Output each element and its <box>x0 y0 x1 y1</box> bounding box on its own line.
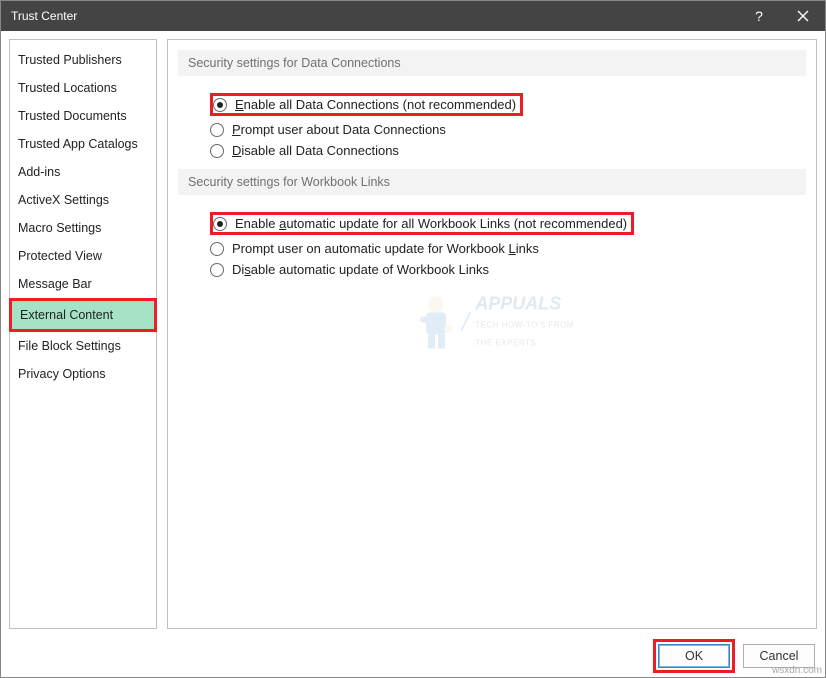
radio-indicator[interactable] <box>213 98 227 112</box>
radio-indicator[interactable] <box>210 123 224 137</box>
sidebar-item[interactable]: Macro Settings <box>10 214 156 242</box>
highlight-box: OK <box>653 639 735 673</box>
sidebar-item[interactable]: Add-ins <box>10 158 156 186</box>
trust-center-dialog: Trust Center ? Trusted Publishers Truste… <box>0 0 826 678</box>
watermark-text: APPUALS TECH HOW-TO'S FROM THE EXPERTS <box>475 294 574 351</box>
radio-group-workbook-links: Enable automatic update for all Workbook… <box>178 209 806 280</box>
highlight-box: Enable all Data Connections (not recomme… <box>210 93 523 116</box>
radio-indicator[interactable] <box>210 144 224 158</box>
sidebar-item[interactable]: Trusted Documents <box>10 102 156 130</box>
sidebar-item[interactable]: Protected View <box>10 242 156 270</box>
section-heading-data-connections: Security settings for Data Connections <box>178 50 806 76</box>
radio-label[interactable]: Enable automatic update for all Workbook… <box>235 216 627 231</box>
category-sidebar: Trusted Publishers Trusted Locations Tru… <box>9 39 157 629</box>
radio-option: Enable all Data Connections (not recomme… <box>210 90 806 119</box>
dialog-footer: OK Cancel <box>1 637 825 677</box>
sidebar-item[interactable]: Message Bar <box>10 270 156 298</box>
close-icon <box>797 10 809 22</box>
help-button[interactable]: ? <box>737 1 781 31</box>
radio-label[interactable]: Disable all Data Connections <box>232 143 399 158</box>
watermark: / APPUALS TECH HOW-TO'S FROM THE EXPERTS <box>410 294 574 351</box>
radio-label[interactable]: Enable all Data Connections (not recomme… <box>235 97 516 112</box>
close-button[interactable] <box>781 1 825 31</box>
settings-panel: Security settings for Data Connections E… <box>167 39 817 629</box>
radio-option: Disable automatic update of Workbook Lin… <box>210 259 806 280</box>
section-heading-workbook-links: Security settings for Workbook Links <box>178 169 806 195</box>
watermark-icon <box>410 294 456 350</box>
highlight-box: Enable automatic update for all Workbook… <box>210 212 634 235</box>
radio-indicator[interactable] <box>210 263 224 277</box>
window-title: Trust Center <box>11 9 737 23</box>
titlebar: Trust Center ? <box>1 1 825 31</box>
radio-option: Prompt user on automatic update for Work… <box>210 238 806 259</box>
radio-label[interactable]: Prompt user on automatic update for Work… <box>232 241 539 256</box>
sidebar-item[interactable]: Trusted App Catalogs <box>10 130 156 158</box>
radio-indicator[interactable] <box>210 242 224 256</box>
radio-label[interactable]: Prompt user about Data Connections <box>232 122 446 137</box>
highlight-box: External Content <box>9 298 157 332</box>
ok-button[interactable]: OK <box>658 644 730 668</box>
sidebar-item[interactable]: Privacy Options <box>10 360 156 388</box>
source-watermark: wsxdn.com <box>772 665 822 676</box>
sidebar-item[interactable]: Trusted Publishers <box>10 46 156 74</box>
sidebar-item[interactable]: Trusted Locations <box>10 74 156 102</box>
sidebar-item-external-content[interactable]: External Content <box>12 301 154 329</box>
radio-option: Prompt user about Data Connections <box>210 119 806 140</box>
radio-option: Enable automatic update for all Workbook… <box>210 209 806 238</box>
sidebar-item[interactable]: File Block Settings <box>10 332 156 360</box>
radio-indicator[interactable] <box>213 217 227 231</box>
sidebar-item[interactable]: ActiveX Settings <box>10 186 156 214</box>
radio-option: Disable all Data Connections <box>210 140 806 161</box>
radio-group-data-connections: Enable all Data Connections (not recomme… <box>178 90 806 161</box>
radio-label[interactable]: Disable automatic update of Workbook Lin… <box>232 262 489 277</box>
dialog-body: Trusted Publishers Trusted Locations Tru… <box>1 31 825 637</box>
